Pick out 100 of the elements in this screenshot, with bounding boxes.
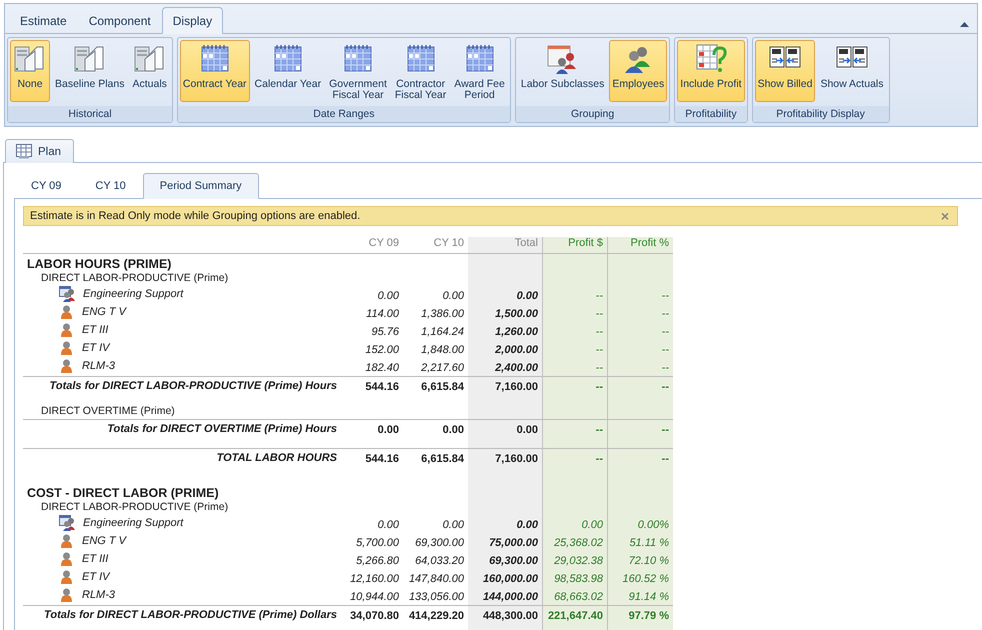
table-cell: 97.79 % [628,610,669,622]
table-cell: 1,500.00 [495,308,538,320]
table-cell: 12,160.00 [350,573,399,585]
ribbon-button[interactable]: Show Actuals [817,40,886,102]
table-cell: 91.14 % [628,591,669,603]
group-title: DIRECT LABOR-PRODUCTIVE (Prime) [41,272,228,284]
total-label: TOTAL LABOR HOURS [216,452,337,464]
table-cell: 6,615.84 [421,381,464,393]
person-icon [61,570,72,584]
ribbon-button[interactable]: Contractor Fiscal Year [392,40,450,102]
table-cell: 0.00 [378,424,399,436]
table-cell: 0.00 [442,424,464,436]
table-cell: 6,615.84 [421,453,464,465]
table-cell: -- [662,453,669,465]
group-label: Historical [8,106,172,122]
ribbon-button[interactable]: Contract Year [180,40,250,102]
collapse-icon[interactable] [960,22,969,27]
table-cell: 0.00 [442,290,464,302]
column-header: Total [514,237,538,249]
table-cell: -- [596,344,603,356]
person-icon [61,552,72,566]
table-cell: 221,647.40 [548,610,603,622]
table-cell: 0.00% [638,519,669,531]
table-cell: 29,032.38 [554,555,603,567]
ribbon-tab[interactable]: Estimate [9,7,78,34]
table-cell: 34,070.80 [350,610,399,622]
table-cell: -- [596,326,603,338]
table-cell: 51.11 % [629,537,669,549]
table-cell: 2,400.00 [495,362,538,374]
table-cell: -- [596,362,603,374]
person-icon [61,341,72,355]
table-cell: 5,700.00 [356,537,399,549]
table-cell: 144,000.00 [482,591,538,603]
table-cell: 2,217.60 [421,362,464,374]
table-cell: 544.16 [365,453,399,465]
group-label: Profitability [675,106,747,122]
table-cell: 0.00 [582,519,603,531]
group-title: DIRECT LABOR-PRODUCTIVE (Prime) [41,501,228,513]
period-tab[interactable]: CY 09 [14,173,78,199]
grid-icon [16,144,32,159]
labor-category: ET IV [82,342,110,354]
ribbon-tab[interactable]: Component [78,7,162,34]
table-cell: 7,160.00 [495,381,538,393]
table-cell: 1,848.00 [421,344,464,356]
group-title: DIRECT OVERTIME (Prime) [41,405,175,417]
group-label: Grouping [516,106,670,122]
period-tab[interactable]: Period Summary [142,173,259,199]
table-cell: 0.00 [516,424,538,436]
ribbon-button[interactable]: Employees [609,40,668,102]
labor-category: ENG T V [82,535,126,547]
ribbon-button[interactable]: Show Billed [754,40,816,102]
group-label: Profitability Display [752,106,888,122]
labor-category: ET III [82,324,108,336]
table-cell: -- [596,424,603,436]
table-cell: 64,033.20 [415,555,464,567]
table-cell: 114.00 [366,308,399,320]
column-header: CY 09 [368,237,399,249]
total-label: Totals for DIRECT LABOR-PRODUCTIVE (Prime) Hours [50,380,337,392]
table-cell: -- [662,326,669,338]
table-cell: 0.00 [516,290,538,302]
table-cell: 95.76 [371,326,399,338]
table-cell: -- [596,290,603,302]
table-cell: 7,160.00 [495,453,538,465]
total-label: Totals for DIRECT OVERTIME (Prime) Hours [107,423,337,435]
table-cell: 0.00 [378,290,399,302]
ribbon-button[interactable]: Award Fee Period [451,40,508,102]
table-cell: -- [662,362,669,374]
table-cell: 133,056.00 [408,591,464,603]
table-cell: 160.52 % [622,573,669,585]
ribbon-tab[interactable]: Display [162,7,224,34]
labor-category: ET IV [82,571,110,583]
table-cell: 72.10 % [628,555,669,567]
plan-tab[interactable]: Plan [5,139,74,163]
ribbon-button[interactable]: Include Profit [677,40,745,102]
table-cell: 10,944.00 [350,591,399,603]
person-icon [61,359,72,373]
labor-category: ENG T V [82,306,126,318]
ribbon-button[interactable]: Calendar Year [252,40,324,102]
ribbon-button[interactable]: None [10,40,50,102]
column-header: Profit % [630,237,669,249]
person-icon [61,534,72,548]
table-cell: 414,229.20 [408,610,464,622]
table-cell: -- [596,453,603,465]
table-cell: -- [596,381,603,393]
group-label: Date Ranges [178,106,510,122]
table-cell: 1,260.00 [495,326,538,338]
team-icon [59,286,76,302]
table-cell: -- [662,344,669,356]
period-tab[interactable]: CY 10 [78,173,143,199]
table-cell: -- [662,290,669,302]
table-cell: 0.00 [516,519,538,531]
table-cell: -- [662,308,669,320]
ribbon-button[interactable]: Government Fiscal Year [326,40,390,102]
ribbon-button[interactable]: Baseline Plans [52,40,128,102]
total-label: Totals for DIRECT LABOR-PRODUCTIVE (Prime) Dollars [44,609,337,621]
labor-category: RLM-3 [82,589,116,601]
team-icon [59,515,76,531]
ribbon-button[interactable]: Actuals [129,40,170,102]
ribbon-button[interactable]: Labor Subclasses [518,40,608,102]
labor-category: Engineering Support [83,517,184,529]
